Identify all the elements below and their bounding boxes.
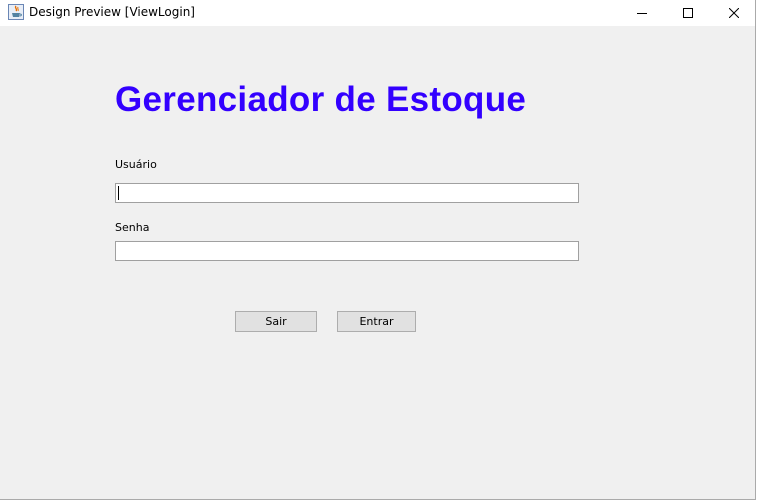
minimize-button[interactable]: [619, 0, 665, 26]
app-heading: Gerenciador de Estoque: [115, 80, 527, 119]
title-bar[interactable]: Design Preview [ViewLogin]: [0, 0, 755, 26]
maximize-button[interactable]: [665, 0, 711, 26]
minimize-icon: [637, 13, 647, 14]
java-app-icon: [8, 4, 24, 20]
password-label: Senha: [115, 221, 150, 234]
password-field[interactable]: [115, 241, 579, 261]
text-caret: [118, 186, 119, 200]
login-window: Design Preview [ViewLogin] Gerenciador d…: [0, 0, 756, 500]
close-button[interactable]: [711, 0, 757, 26]
username-label: Usuário: [115, 158, 157, 171]
exit-button[interactable]: Sair: [235, 311, 317, 332]
window-title: Design Preview [ViewLogin]: [29, 5, 195, 19]
username-field[interactable]: [115, 183, 579, 203]
maximize-icon: [683, 8, 693, 18]
close-icon: [729, 8, 739, 18]
enter-button[interactable]: Entrar: [337, 311, 416, 332]
